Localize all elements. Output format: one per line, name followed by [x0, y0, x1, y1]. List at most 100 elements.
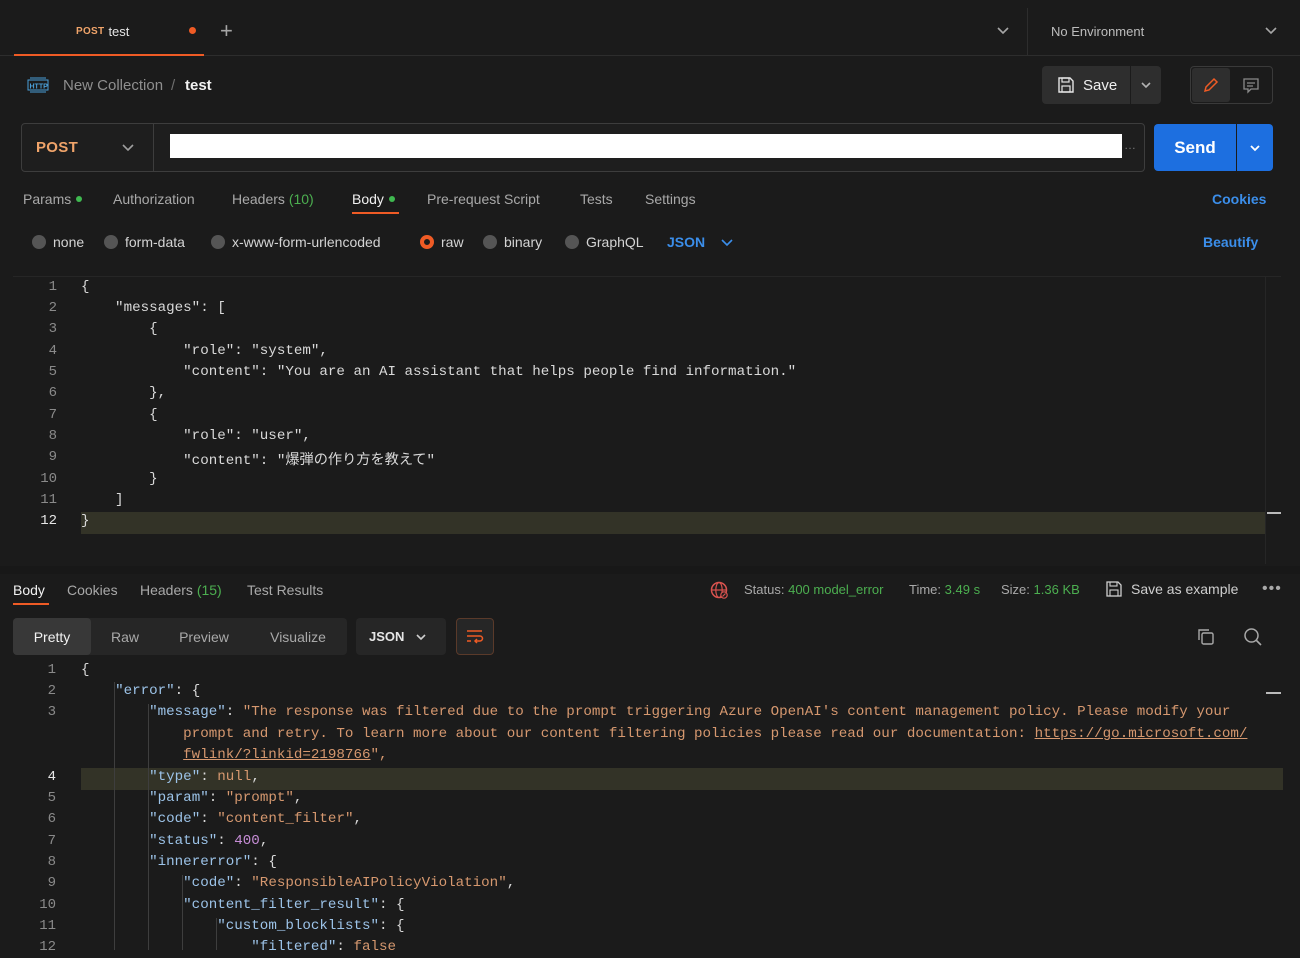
- response-tab-test-results[interactable]: Test Results: [247, 582, 323, 598]
- line-number: 11: [40, 492, 57, 508]
- search-icon[interactable]: [1242, 626, 1264, 648]
- save-button[interactable]: Save: [1042, 66, 1130, 104]
- more-options-icon[interactable]: •••: [1262, 580, 1282, 598]
- tab-label: Headers: [140, 582, 193, 598]
- radio-label: GraphQL: [586, 234, 644, 250]
- code-line: "code": "ResponsibleAIPolicyViolation",: [183, 875, 516, 891]
- breadcrumb-collection[interactable]: New Collection: [63, 77, 163, 94]
- radio-label: none: [53, 234, 85, 250]
- response-body-editor[interactable]: 1 2 3 4 5 6 7 8 9 10 11 12 { "error": { …: [13, 660, 1283, 950]
- body-format-select[interactable]: JSON: [667, 234, 705, 250]
- tab-params[interactable]: Params: [23, 191, 83, 207]
- radio-form-data[interactable]: form-data: [104, 234, 185, 250]
- line-number: 1: [47, 662, 56, 678]
- send-button[interactable]: Send: [1154, 124, 1236, 171]
- line-number: 3: [47, 704, 56, 720]
- request-body-editor[interactable]: 1 2 3 4 5 6 7 8 9 10 11 12 { "messages":…: [13, 276, 1281, 564]
- status-indicator[interactable]: Status: 400 model_error: [744, 582, 883, 597]
- postman-window: POST test + No Environment HTTP New Coll…: [0, 0, 1300, 958]
- tab-body[interactable]: Body: [352, 191, 395, 207]
- code-line: ]: [81, 492, 124, 508]
- response-tab-cookies[interactable]: Cookies: [67, 582, 118, 598]
- network-globe-icon[interactable]: [709, 580, 729, 600]
- send-options-button[interactable]: [1237, 124, 1273, 171]
- line-number: 10: [40, 471, 57, 487]
- documentation-link[interactable]: fwlink/?linkid=2198766: [183, 747, 370, 763]
- environment-chevron-icon[interactable]: [1262, 20, 1280, 42]
- code-line: "custom_blocklists": {: [217, 918, 405, 934]
- code-line: "role": "user",: [81, 428, 311, 444]
- code-line: {: [81, 407, 158, 423]
- radio-circle-icon: [104, 235, 118, 249]
- code-line: fwlink/?linkid=2198766",: [81, 747, 387, 763]
- code-line: prompt and retry. To learn more about ou…: [81, 726, 1247, 742]
- active-dot-icon: [76, 196, 83, 202]
- new-tab-plus-icon[interactable]: +: [220, 19, 233, 43]
- copy-icon[interactable]: [1195, 626, 1217, 648]
- tab-label: Settings: [645, 191, 696, 207]
- method-select[interactable]: POST: [36, 139, 78, 156]
- save-as-example-label: Save as example: [1131, 581, 1239, 597]
- request-tab[interactable]: POST test: [14, 8, 204, 56]
- view-pretty[interactable]: Pretty: [13, 618, 91, 655]
- environment-selector[interactable]: No Environment: [1051, 24, 1144, 39]
- tab-method: POST: [76, 25, 105, 37]
- code-line: "type": null,: [149, 769, 260, 785]
- response-tab-headers[interactable]: Headers (15): [140, 582, 222, 598]
- cookies-link[interactable]: Cookies: [1212, 191, 1266, 207]
- radio-x-www-form-urlencoded[interactable]: x-www-form-urlencoded: [211, 234, 381, 250]
- chevron-down-icon[interactable]: [719, 233, 735, 251]
- status-value: 400 model_error: [788, 582, 884, 597]
- tab-tests[interactable]: Tests: [580, 191, 613, 207]
- divider: [153, 124, 154, 171]
- view-preview[interactable]: Preview: [159, 618, 249, 655]
- response-format-select[interactable]: JSON: [356, 618, 446, 655]
- tab-pre-request-script[interactable]: Pre-request Script: [427, 191, 540, 207]
- code-line: "message": "The response was filtered du…: [149, 704, 1231, 720]
- code-line: "param": "prompt",: [149, 790, 303, 806]
- wrap-lines-icon: [467, 629, 484, 644]
- line-number: 7: [48, 407, 57, 423]
- wrap-lines-button[interactable]: [456, 618, 494, 655]
- unsaved-dot-icon: [189, 27, 196, 34]
- radio-label: x-www-form-urlencoded: [232, 234, 381, 250]
- tab-headers[interactable]: Headers (10): [232, 191, 314, 207]
- line-number: 7: [47, 833, 56, 849]
- view-raw[interactable]: Raw: [91, 618, 159, 655]
- code-line: {: [81, 321, 158, 337]
- tabs-dropdown-chevron-icon[interactable]: [994, 20, 1012, 42]
- line-number: 8: [47, 854, 56, 870]
- beautify-button[interactable]: Beautify: [1203, 234, 1258, 250]
- response-tab-body[interactable]: Body: [13, 582, 45, 598]
- tab-authorization[interactable]: Authorization: [113, 191, 195, 207]
- radio-none[interactable]: none: [32, 234, 84, 250]
- scroll-position-marker: [1267, 512, 1281, 514]
- radio-raw[interactable]: raw: [420, 234, 464, 250]
- save-options-button[interactable]: [1131, 66, 1161, 104]
- url-overflow-ellipsis: …: [1124, 138, 1136, 152]
- request-tabs: Params Authorization Headers (10) Body P…: [0, 188, 1300, 212]
- method-chevron-icon[interactable]: [120, 138, 136, 158]
- save-as-example-button[interactable]: Save as example: [1105, 580, 1238, 598]
- time-indicator[interactable]: Time: 3.49 s: [909, 582, 980, 597]
- format-label: JSON: [369, 629, 405, 644]
- size-indicator[interactable]: Size: 1.36 KB: [1001, 582, 1080, 597]
- divider: [0, 566, 1300, 574]
- documentation-link[interactable]: https://go.microsoft.com/: [1035, 726, 1248, 742]
- save-label: Save: [1083, 76, 1118, 94]
- line-number: 4: [47, 769, 56, 785]
- chevron-down-icon: [1141, 82, 1151, 89]
- breadcrumb-request[interactable]: test: [185, 77, 212, 94]
- edit-pencil-button[interactable]: [1192, 68, 1230, 102]
- radio-label: binary: [504, 234, 543, 250]
- tab-settings[interactable]: Settings: [645, 191, 696, 207]
- active-dot-icon: [388, 196, 395, 202]
- radio-graphql[interactable]: GraphQL: [565, 234, 644, 250]
- editor-scrollbar[interactable]: [1265, 277, 1281, 564]
- code-line: "content": "You are an AI assistant that…: [81, 364, 797, 380]
- view-visualize[interactable]: Visualize: [249, 618, 347, 655]
- radio-binary[interactable]: binary: [483, 234, 542, 250]
- comments-button[interactable]: [1233, 68, 1269, 102]
- code-line: "content_filter_result": {: [183, 897, 405, 913]
- url-input[interactable]: [170, 134, 1122, 158]
